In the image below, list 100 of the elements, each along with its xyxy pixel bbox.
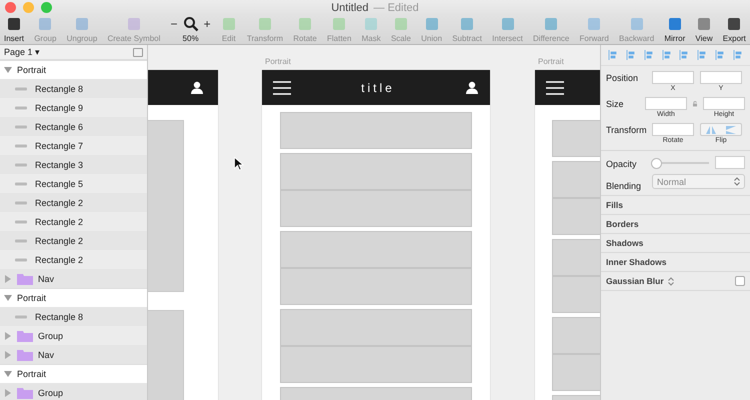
zoom-button[interactable] bbox=[41, 2, 52, 13]
toolbar-button[interactable]: Export bbox=[722, 15, 746, 43]
expanded-triangle-icon[interactable] bbox=[4, 66, 12, 74]
layer-row[interactable]: Rectangle 3 bbox=[0, 155, 147, 174]
rectangle-icon bbox=[14, 160, 28, 168]
layer-name: Portrait bbox=[17, 293, 46, 303]
square-icon bbox=[297, 16, 314, 32]
folder-icon bbox=[17, 272, 33, 284]
layer-name: Nav bbox=[38, 274, 54, 284]
layer-row[interactable]: Rectangle 2 bbox=[0, 231, 147, 250]
align-icon[interactable] bbox=[697, 50, 708, 60]
section-header[interactable]: Borders bbox=[601, 214, 750, 233]
rectangle-icon bbox=[14, 198, 28, 206]
toolbar-button[interactable]: Insert bbox=[4, 15, 24, 43]
layer-name: Rectangle 5 bbox=[35, 178, 84, 188]
menu-icon[interactable] bbox=[546, 80, 564, 94]
layer-row[interactable]: Portrait bbox=[0, 288, 147, 307]
toolbar-button[interactable]: Mirror bbox=[664, 15, 686, 43]
layer-name: Portrait bbox=[17, 65, 46, 75]
rectangle-icon bbox=[14, 218, 28, 226]
layer-row[interactable]: Portrait bbox=[0, 364, 147, 383]
align-icon[interactable] bbox=[679, 50, 690, 60]
artboard-label: Portrait bbox=[538, 57, 564, 66]
square-icon bbox=[331, 16, 348, 32]
layer-name: Rectangle 2 bbox=[35, 216, 84, 226]
align-icon[interactable] bbox=[626, 50, 636, 60]
layer-row[interactable]: Portrait bbox=[0, 60, 147, 79]
layer-name: Portrait bbox=[17, 369, 46, 379]
square-icon bbox=[500, 16, 516, 32]
rectangle-icon bbox=[14, 142, 28, 150]
slider-thumb[interactable] bbox=[650, 158, 662, 168]
flip-vertical-icon[interactable] bbox=[726, 126, 736, 134]
zoom-level: 50% bbox=[182, 34, 199, 43]
square-icon bbox=[37, 16, 54, 32]
folder-icon bbox=[17, 386, 33, 398]
field-label: Transform bbox=[606, 124, 646, 135]
rectangle-icon bbox=[14, 256, 28, 264]
square-icon bbox=[126, 16, 142, 32]
zoom-out-button[interactable]: − bbox=[170, 16, 178, 30]
window-title: Untitled bbox=[331, 2, 369, 14]
layer-name: Rectangle 6 bbox=[35, 122, 84, 132]
layer-row[interactable]: Rectangle 2 bbox=[0, 193, 147, 212]
stepper-icon[interactable] bbox=[668, 276, 674, 286]
search-icon[interactable] bbox=[182, 16, 199, 32]
input-field[interactable] bbox=[644, 97, 687, 110]
align-icon[interactable] bbox=[662, 50, 672, 60]
folder-icon bbox=[17, 330, 33, 342]
close-button[interactable] bbox=[5, 2, 16, 13]
square-icon bbox=[257, 16, 273, 32]
opacity-slider[interactable] bbox=[652, 158, 709, 168]
collapse-icon[interactable] bbox=[133, 48, 143, 56]
input-field[interactable] bbox=[652, 71, 694, 84]
layer-row[interactable]: Nav bbox=[0, 345, 147, 364]
expanded-triangle-icon[interactable] bbox=[4, 294, 12, 302]
layer-row[interactable]: Rectangle 8 bbox=[0, 307, 147, 326]
input-field[interactable] bbox=[652, 123, 694, 136]
section-header[interactable]: Fills bbox=[601, 195, 750, 214]
layer-row[interactable]: Nav bbox=[0, 269, 147, 288]
layer-row[interactable]: Rectangle 8 bbox=[0, 79, 147, 98]
align-icon[interactable] bbox=[733, 50, 744, 60]
align-icon[interactable] bbox=[644, 50, 654, 60]
align-icon[interactable] bbox=[608, 50, 618, 60]
edited-status: — Edited bbox=[374, 2, 419, 14]
field-label: Blending bbox=[606, 180, 642, 190]
layer-row[interactable]: Group bbox=[0, 383, 147, 400]
zoom-in-button[interactable]: + bbox=[204, 16, 211, 30]
layer-name: Rectangle 7 bbox=[35, 140, 84, 150]
section-header[interactable]: Gaussian Blur bbox=[606, 276, 664, 286]
square-icon bbox=[696, 16, 712, 32]
layer-row[interactable]: Rectangle 6 bbox=[0, 117, 147, 136]
page-selector[interactable]: Page 1 ▾ bbox=[4, 47, 40, 57]
square-icon bbox=[363, 16, 380, 32]
square-icon bbox=[586, 16, 602, 32]
nav-title: title bbox=[361, 80, 395, 94]
collapsed-triangle-icon[interactable] bbox=[4, 350, 12, 358]
align-icon[interactable] bbox=[715, 50, 726, 60]
expanded-triangle-icon[interactable] bbox=[4, 370, 12, 378]
collapsed-triangle-icon[interactable] bbox=[4, 388, 12, 396]
square-icon bbox=[459, 16, 476, 32]
layer-name: Rectangle 3 bbox=[35, 160, 84, 170]
menu-icon[interactable] bbox=[273, 80, 291, 94]
input-field[interactable] bbox=[700, 71, 742, 84]
artboard-label: Portrait bbox=[265, 57, 291, 66]
input-field[interactable] bbox=[715, 156, 745, 169]
flip-horizontal-icon[interactable] bbox=[706, 126, 716, 134]
layer-name: Rectangle 2 bbox=[35, 254, 84, 264]
section-header[interactable]: Shadows bbox=[601, 233, 750, 252]
field-label: Position bbox=[606, 72, 640, 83]
cursor-icon bbox=[234, 157, 244, 171]
minimize-button[interactable] bbox=[23, 2, 34, 13]
collapsed-triangle-icon[interactable] bbox=[4, 274, 12, 282]
toolbar-button[interactable]: View bbox=[695, 15, 713, 43]
collapsed-triangle-icon[interactable] bbox=[4, 332, 12, 340]
section-header[interactable]: Inner Shadows bbox=[601, 252, 750, 271]
field-label: Opacity bbox=[606, 158, 638, 168]
checkbox[interactable] bbox=[735, 276, 745, 286]
input-field[interactable] bbox=[703, 97, 745, 110]
layer-name: Nav bbox=[38, 350, 54, 360]
flip-control[interactable] bbox=[700, 123, 742, 136]
lock-icon[interactable] bbox=[692, 101, 697, 107]
